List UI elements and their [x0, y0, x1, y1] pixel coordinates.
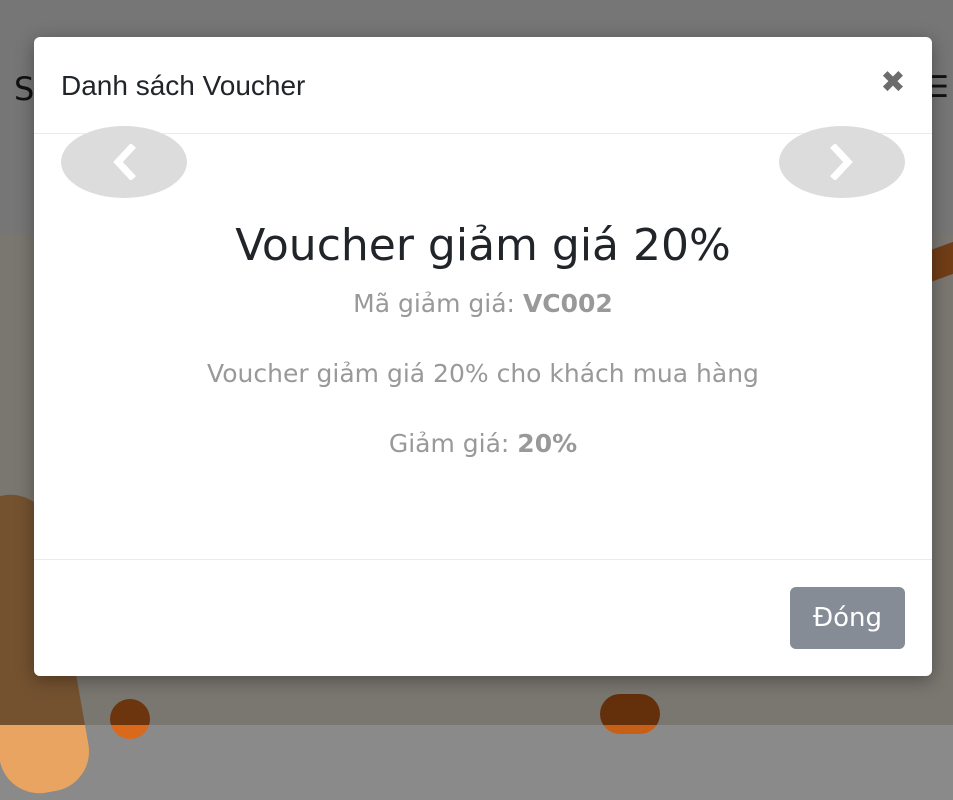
modal-body: Voucher giảm giá 20% Mã giảm giá: VC002 …	[34, 126, 932, 559]
voucher-discount-value: 20%	[517, 429, 578, 458]
voucher-description: Voucher giảm giá 20% cho khách mua hàng	[207, 359, 759, 388]
voucher-code-line: Mã giảm giá: VC002	[34, 289, 932, 318]
carousel-next-button[interactable]	[779, 126, 905, 198]
voucher-discount-line: Giảm giá: 20%	[34, 429, 932, 458]
voucher-discount-label: Giảm giá:	[388, 429, 518, 458]
voucher-code-value: VC002	[522, 289, 613, 318]
voucher-modal: Danh sách Voucher ✖ Voucher giảm giá 20%…	[34, 37, 932, 676]
modal-header: Danh sách Voucher ✖	[34, 37, 932, 134]
chevron-left-icon	[113, 144, 136, 180]
voucher-code-label: Mã giảm giá:	[353, 289, 523, 318]
close-icon[interactable]: ✖	[878, 65, 908, 101]
voucher-title: Voucher giảm giá 20%	[235, 220, 731, 271]
close-button[interactable]: Đóng	[790, 587, 905, 649]
carousel-prev-button[interactable]	[61, 126, 187, 198]
modal-footer: Đóng	[34, 559, 932, 676]
chevron-right-icon	[830, 144, 853, 180]
modal-title: Danh sách Voucher	[61, 70, 306, 101]
